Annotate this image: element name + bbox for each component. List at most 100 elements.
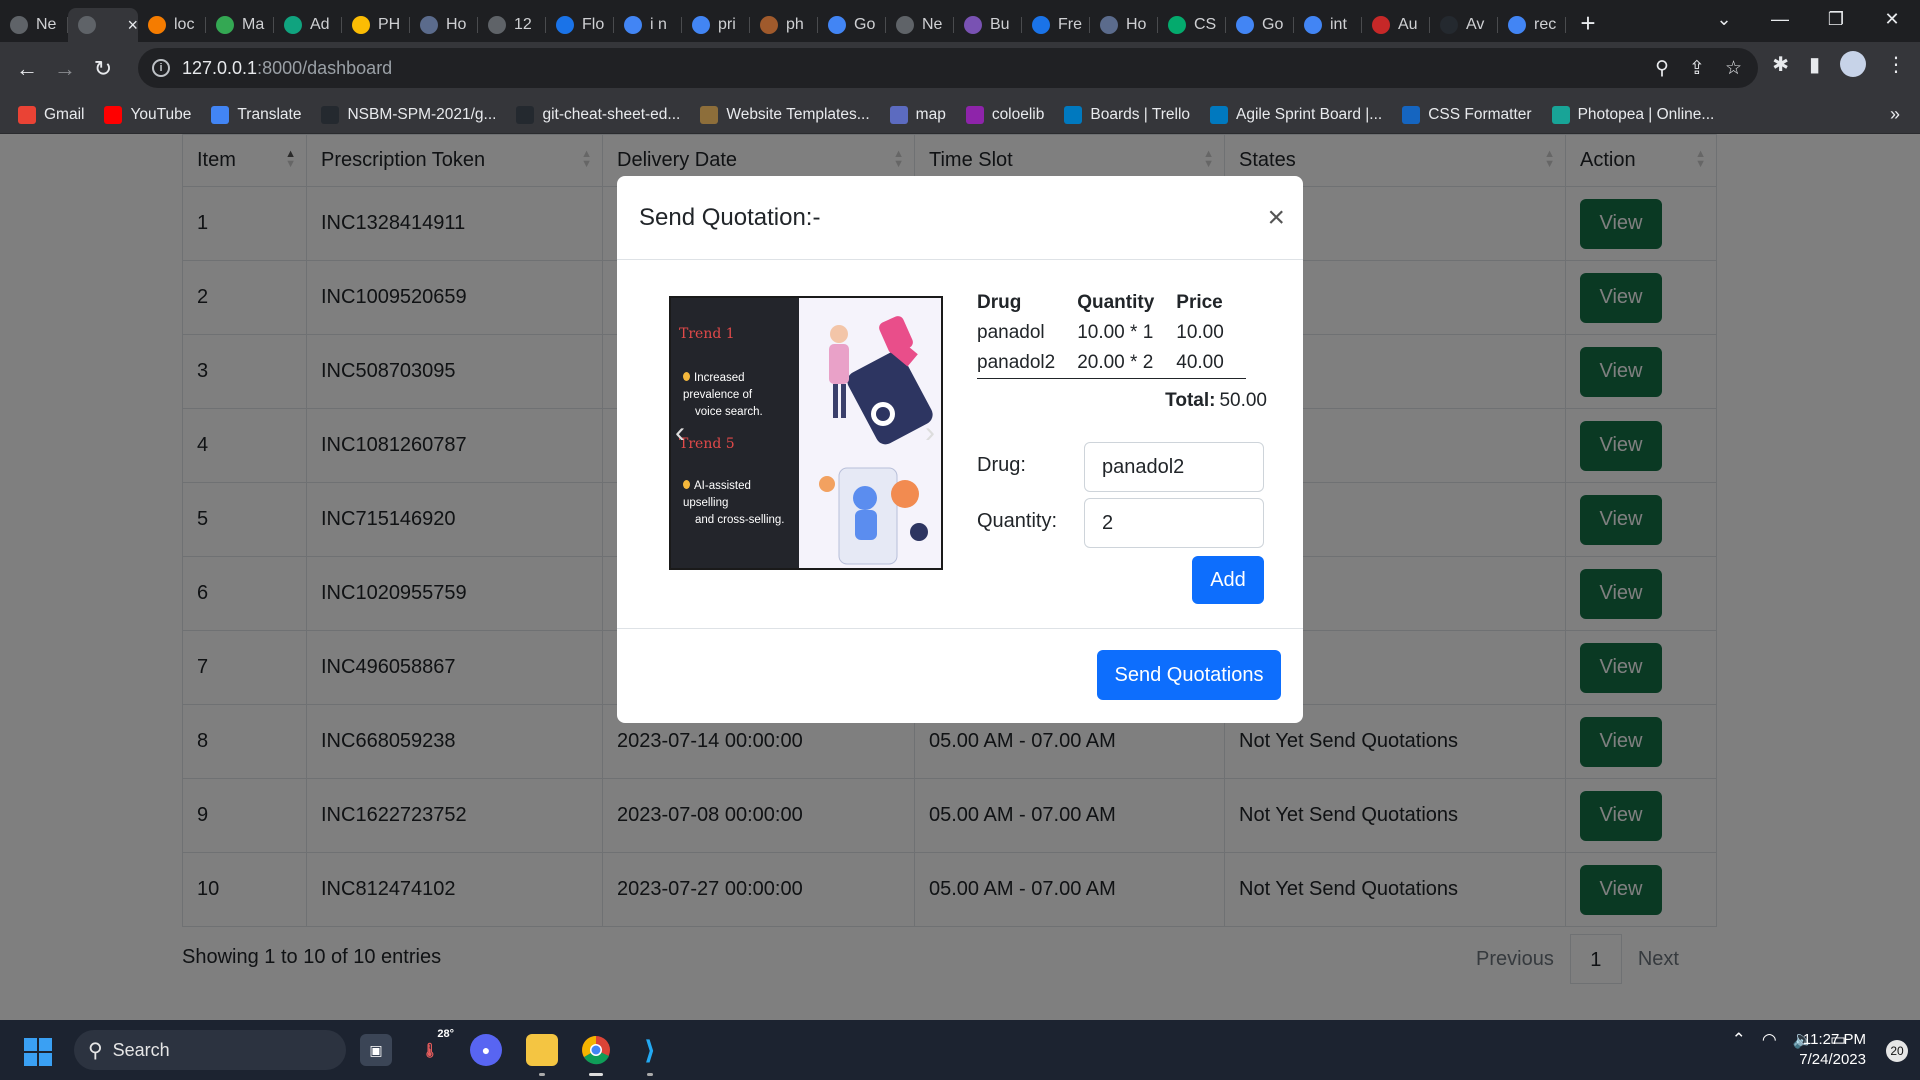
bookmark-item[interactable]: git-cheat-sheet-ed... (516, 105, 680, 124)
task-view-icon[interactable]: ▣ (360, 1034, 392, 1066)
carousel-prev-icon[interactable]: ‹ (675, 416, 685, 450)
bookmark-item[interactable]: Translate (211, 105, 301, 124)
close-tab-icon[interactable]: × (127, 15, 138, 36)
bookmark-item[interactable]: Website Templates... (700, 105, 870, 124)
browser-tab[interactable]: CS (1158, 8, 1226, 42)
quantity-input[interactable]: 2 (1084, 498, 1264, 548)
menu-kebab-icon[interactable]: ⋮ (1886, 52, 1906, 77)
browser-tab-title: Fre (1058, 16, 1082, 33)
image-caption: Trend 1 (679, 326, 735, 342)
quote-header-drug: Drug (977, 292, 1022, 313)
bookmark-item[interactable]: NSBM-SPM-2021/g... (321, 105, 496, 124)
chat-icon[interactable]: ● (470, 1034, 502, 1066)
restore-icon[interactable]: ❐ (1808, 9, 1864, 30)
w3-icon (420, 16, 438, 34)
bookmark-star-icon[interactable]: ☆ (1725, 57, 1742, 80)
browser-tab[interactable]: Flo (546, 8, 614, 42)
image-caption: AI-assisted upselling and cross-selling. (683, 478, 799, 529)
illustration-graphic (819, 316, 933, 565)
prescription-image: Trend 1 Increased prevalence of voice sea… (671, 298, 799, 568)
browser-tab[interactable]: Ma (206, 8, 274, 42)
side-panel-icon[interactable]: ▮ (1809, 52, 1820, 77)
browser-tab-title: Ma (242, 16, 265, 33)
extensions-icon[interactable]: ✱ (1772, 52, 1789, 77)
carousel-next-icon[interactable]: › (925, 416, 935, 450)
openai-icon (284, 16, 302, 34)
browser-tab-title: Ne (36, 16, 57, 33)
bookmark-item[interactable]: Boards | Trello (1064, 105, 1190, 124)
browser-tab-title: Flo (582, 16, 605, 33)
wifi-icon[interactable]: ◠ (1762, 1030, 1777, 1050)
bookmarks-more-icon[interactable]: » (1890, 104, 1900, 125)
url-path: :8000/dashboard (257, 57, 393, 78)
share-icon[interactable]: ⇪ (1689, 57, 1705, 80)
forward-arrow-icon[interactable]: → (46, 56, 84, 82)
bookmark-item[interactable]: Agile Sprint Board |... (1210, 105, 1382, 124)
browser-tab[interactable]: Ad (274, 8, 342, 42)
browser-tab-title: Ad (310, 16, 330, 33)
bookmark-item[interactable]: Gmail (18, 105, 84, 124)
clock-time: 11:27 PM (1802, 1031, 1866, 1048)
close-window-icon[interactable]: ✕ (1864, 9, 1920, 30)
windows-start-icon[interactable] (24, 1038, 52, 1066)
zoom-icon[interactable]: ⚲ (1655, 57, 1669, 80)
bookmark-item[interactable]: coloelib (965, 105, 1044, 124)
browser-tab[interactable]: rec (1498, 8, 1566, 42)
browser-tab-title: Go (854, 16, 876, 33)
browser-tab[interactable]: Ho (1090, 8, 1158, 42)
send-quotations-button[interactable]: Send Quotations (1097, 650, 1281, 700)
profile-avatar[interactable] (1840, 51, 1866, 77)
browser-tab[interactable]: i n (614, 8, 682, 42)
bookmarks-bar: Gmail YouTube Translate NSBM-SPM-2021/g... g… (0, 96, 1920, 134)
browser-tab[interactable]: Ne (0, 8, 68, 42)
browser-tab[interactable]: ph (750, 8, 818, 42)
address-bar[interactable]: i 127.0.0.1:8000/dashboard ⚲ ⇪ ☆ (138, 48, 1758, 88)
notification-badge[interactable]: 20 (1886, 1040, 1908, 1062)
quote-cell-drug: panadol (977, 322, 1045, 343)
browser-tab[interactable]: loc (138, 8, 206, 42)
browser-tab[interactable]: Go (818, 8, 886, 42)
browser-tab[interactable]: Au (1362, 8, 1430, 42)
colorlib-icon (965, 105, 984, 124)
browser-tab[interactable]: Ne (886, 8, 954, 42)
browser-tab[interactable]: int (1294, 8, 1362, 42)
browser-tab[interactable]: pri (682, 8, 750, 42)
modal-footer (617, 628, 1303, 629)
browser-tab-title: Ho (1126, 16, 1147, 33)
browser-tab-title: ph (786, 16, 804, 33)
bookmark-item[interactable]: CSS Formatter (1402, 105, 1532, 124)
google-icon (1304, 16, 1322, 34)
drug-input[interactable]: panadol2 (1084, 442, 1264, 492)
browser-tab[interactable]: Ho (410, 8, 478, 42)
weather-icon[interactable]: 🌡 28° (414, 1028, 454, 1066)
browser-tab-title: CS (1194, 16, 1217, 33)
browser-tab[interactable]: Bu (954, 8, 1022, 42)
url-host: 127.0.0.1 (182, 57, 258, 78)
site-info-icon[interactable]: i (152, 59, 170, 77)
modal-header: Send Quotation:- (617, 176, 1303, 260)
minimize-icon[interactable]: — (1752, 9, 1808, 30)
new-tab-button[interactable]: + (1566, 8, 1610, 39)
vscode-icon[interactable]: ⟩ (634, 1034, 666, 1076)
back-arrow-icon[interactable]: ← (8, 56, 46, 82)
close-icon[interactable]: × (1267, 203, 1285, 233)
browser-tab[interactable]: 12 (478, 8, 546, 42)
bookmark-item[interactable]: Photopea | Online... (1551, 105, 1714, 124)
tab-search-icon[interactable]: ⌄ (1696, 9, 1752, 30)
chevron-up-icon[interactable]: ⌃ (1732, 1030, 1746, 1050)
bookmark-item[interactable]: map (889, 105, 946, 124)
browser-tab[interactable]: × (68, 8, 138, 42)
chrome-icon[interactable] (580, 1034, 612, 1076)
prescription-image-carousel[interactable]: Trend 1 Increased prevalence of voice sea… (669, 296, 943, 570)
browser-tab[interactable]: Fre (1022, 8, 1090, 42)
browser-tab[interactable]: Go (1226, 8, 1294, 42)
add-button[interactable]: Add (1192, 556, 1264, 604)
file-explorer-icon[interactable] (526, 1034, 558, 1076)
taskbar-search[interactable]: ⚲ Search (74, 1030, 346, 1070)
browser-tab-strip: Ne × loc Ma Ad PH Ho 12 Flo i n pri ph Go Ne Bu Fre Ho CS… (0, 0, 1920, 42)
reload-icon[interactable]: ↻ (84, 56, 122, 82)
browser-tab[interactable]: PH (342, 8, 410, 42)
clock[interactable]: 11:27 PM 7/24/2023 (1799, 1030, 1866, 1070)
browser-tab[interactable]: Av (1430, 8, 1498, 42)
bookmark-item[interactable]: YouTube (104, 105, 191, 124)
